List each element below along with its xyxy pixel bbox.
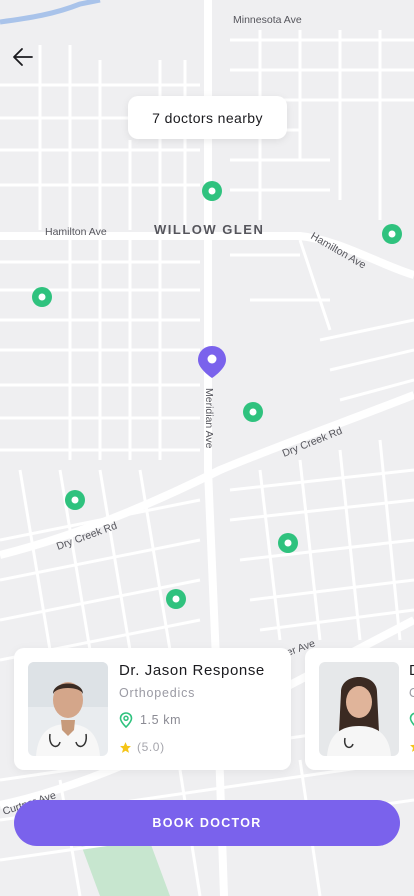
location-pin-icon xyxy=(409,712,414,727)
area-label: WILLOW GLEN xyxy=(154,222,264,237)
location-pin-icon xyxy=(119,712,133,728)
doctor-distance xyxy=(409,712,414,728)
street-label-hamilton-left: Hamilton Ave xyxy=(45,226,107,238)
doctor-rating: (5.0) xyxy=(119,740,165,754)
doctor-marker[interactable] xyxy=(243,402,263,422)
doctor-marker[interactable] xyxy=(166,589,186,609)
doctor-name: Dr. Jason Response xyxy=(119,662,265,679)
doctor-distance: 1.5 km xyxy=(119,712,181,728)
doctor-marker[interactable] xyxy=(65,490,85,510)
back-button[interactable] xyxy=(8,42,38,72)
doctor-marker[interactable] xyxy=(32,287,52,307)
star-icon xyxy=(120,741,131,753)
doctor-specialty: Orthopedics xyxy=(119,686,196,700)
street-label-meridian: Meridian Ave xyxy=(203,388,215,449)
doctor-rating xyxy=(409,740,414,753)
doctor-photo xyxy=(28,662,108,756)
doctors-nearby-pill: 7 doctors nearby xyxy=(128,96,287,139)
doctor-rating-value: (5.0) xyxy=(137,740,165,754)
arrow-left-icon xyxy=(13,48,33,66)
doctor-marker[interactable] xyxy=(202,181,222,201)
star-icon xyxy=(410,744,414,752)
street-label-minnesota: Minnesota Ave xyxy=(233,14,302,26)
book-doctor-button[interactable]: BOOK DOCTOR xyxy=(14,800,400,846)
doctors-nearby-label: 7 doctors nearby xyxy=(152,109,263,126)
doctor-distance-value: 1.5 km xyxy=(140,713,182,727)
doctor-marker[interactable] xyxy=(278,533,298,553)
doctor-photo xyxy=(319,662,399,756)
doctor-specialty: O xyxy=(409,686,414,700)
doctor-card[interactable]: D O xyxy=(305,648,414,770)
doctor-marker[interactable] xyxy=(382,224,402,244)
doctor-card[interactable]: Dr. Jason Response Orthopedics 1.5 km (5… xyxy=(14,648,291,770)
doctor-name: D xyxy=(409,662,414,679)
